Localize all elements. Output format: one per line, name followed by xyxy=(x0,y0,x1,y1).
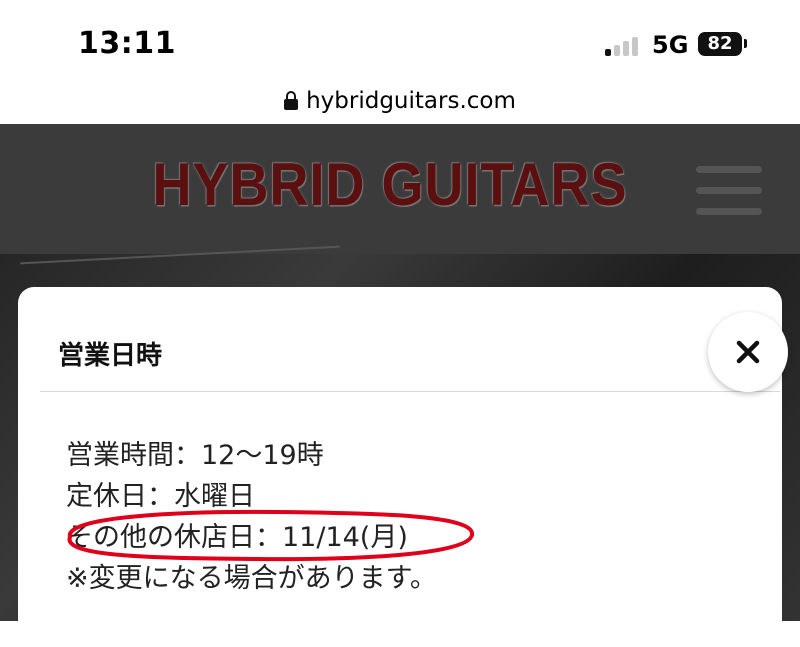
address-bar[interactable]: hybridguitars.com xyxy=(0,84,800,124)
battery-tip xyxy=(744,39,747,48)
modal-title: 営業日時 xyxy=(58,341,163,371)
red-circle-annotation xyxy=(67,509,474,562)
site-logo[interactable]: HYBRID GUITARS xyxy=(0,150,780,219)
cellular-signal-icon xyxy=(605,36,645,56)
url-text[interactable]: hybridguitars.com xyxy=(306,84,516,118)
close-button[interactable] xyxy=(708,312,788,392)
business-hours-modal: 営業日時 営業時間：12〜19時 定休日：水曜日 その他の休店日：11/14(月… xyxy=(18,287,782,647)
close-icon xyxy=(736,340,760,364)
modal-divider xyxy=(40,391,780,392)
status-bar: 13:11 5G 82 xyxy=(0,0,800,90)
site-header: HYBRID GUITARS xyxy=(0,124,800,254)
network-type: 5G xyxy=(652,31,689,59)
clock: 13:11 xyxy=(78,26,176,61)
change-notice-line: ※変更になる場合があります。 xyxy=(66,563,437,594)
business-hours-line: 営業時間：12〜19時 xyxy=(66,440,324,471)
lock-icon xyxy=(284,91,299,111)
battery-icon: 82 xyxy=(698,32,742,56)
hamburger-menu-icon[interactable] xyxy=(696,166,762,216)
